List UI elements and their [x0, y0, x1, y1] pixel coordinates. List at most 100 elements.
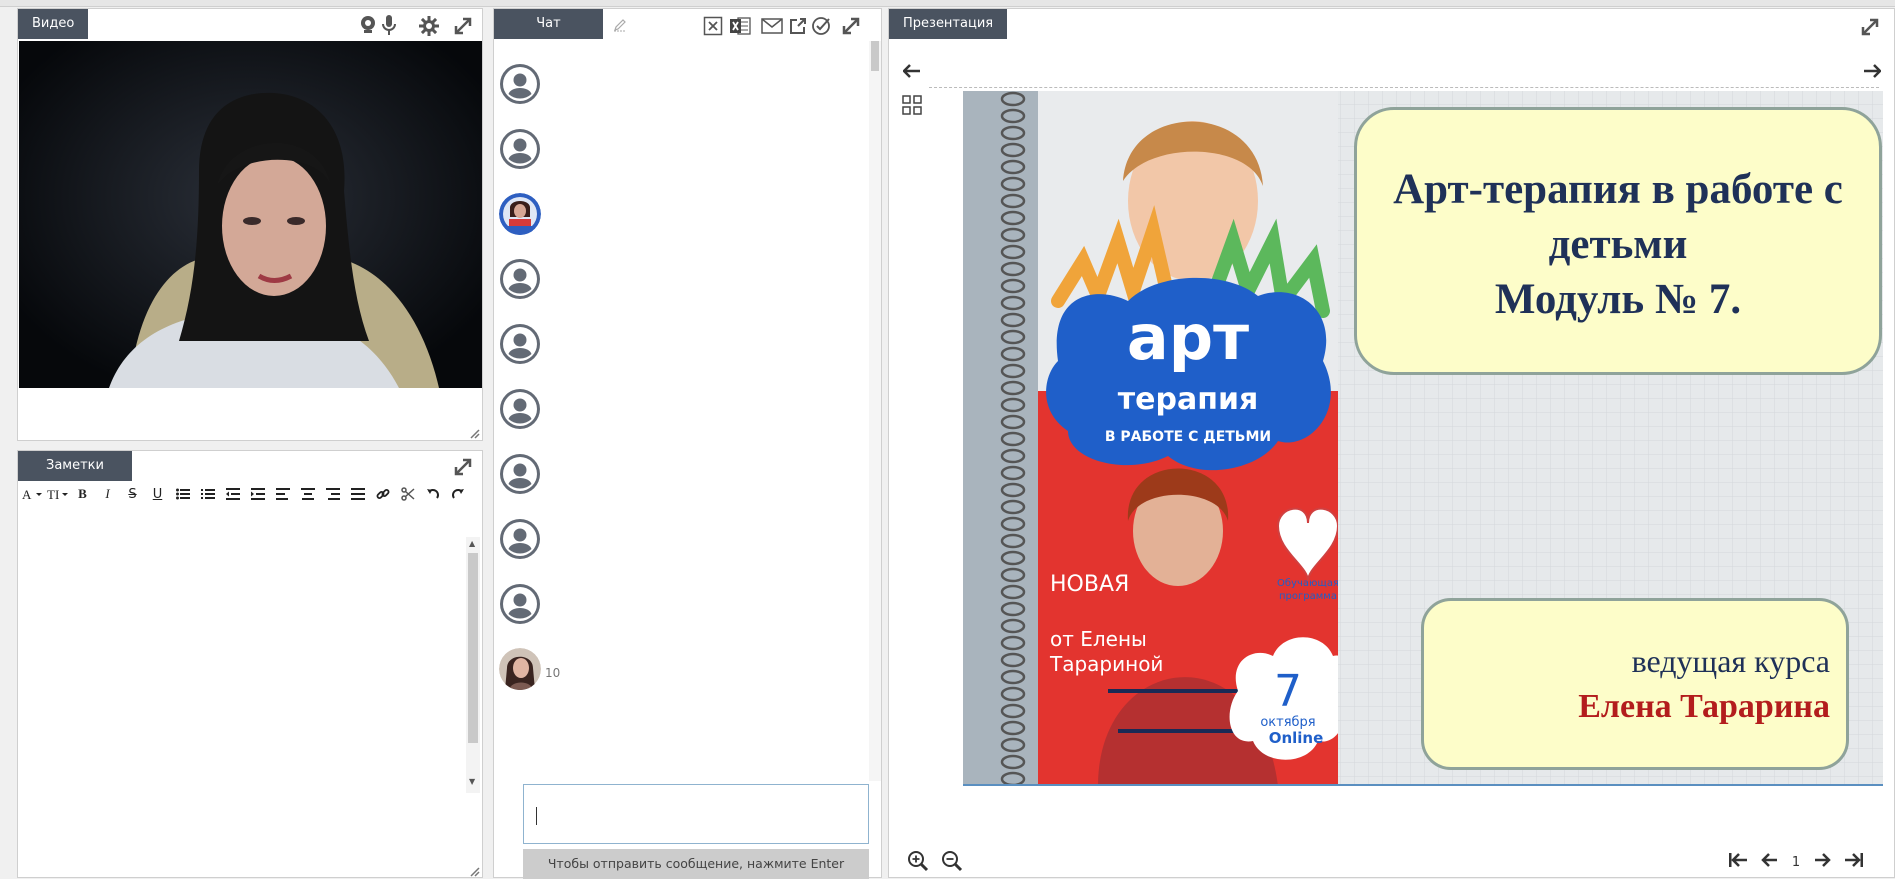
resize-grip-icon[interactable]: [470, 867, 480, 877]
expand-icon[interactable]: [452, 456, 474, 478]
default-avatar-icon: [499, 388, 541, 430]
align-center-icon[interactable]: [295, 483, 320, 505]
host-label: ведущая курса: [1631, 643, 1830, 679]
undo-icon[interactable]: [420, 483, 445, 505]
settings-gear-icon[interactable]: [418, 15, 440, 37]
webcam-video-frame: [19, 41, 482, 388]
zoom-controls: [907, 850, 963, 876]
resize-grip-icon[interactable]: [470, 429, 480, 439]
align-right-icon[interactable]: [320, 483, 345, 505]
chat-scrollbar[interactable]: [869, 41, 881, 781]
default-avatar-icon: [499, 258, 541, 300]
cover-brand-top: арт: [1127, 301, 1249, 374]
slide-title: Арт-терапия в работе с детьми Модуль № 7…: [1363, 162, 1873, 327]
slide-pager: 1: [1728, 852, 1864, 872]
bold-icon[interactable]: B: [70, 483, 95, 505]
presentation-slide: арт терапия В РАБОТЕ С ДЕТЬМИ НОВАЯ от Е…: [963, 91, 1883, 786]
checkmark-icon[interactable]: [810, 15, 832, 37]
presentation-panel: Презентация арт терапия В РАБОТЕ С ДЕТЬМ…: [888, 8, 1895, 878]
user-photo-avatar: [499, 193, 541, 235]
cover-badge-line-2: программа: [1279, 591, 1337, 602]
text-size-icon[interactable]: TI: [45, 483, 70, 505]
scroll-down-icon[interactable]: ▼: [469, 777, 475, 786]
align-justify-icon[interactable]: [345, 483, 370, 505]
presentation-tab[interactable]: Презентация: [889, 9, 1008, 39]
scissors-icon[interactable]: [395, 483, 420, 505]
microphone-icon[interactable]: [380, 14, 398, 36]
link-icon[interactable]: [370, 483, 395, 505]
align-left-icon[interactable]: [270, 483, 295, 505]
pencil-icon[interactable]: [612, 17, 628, 33]
chat-tab[interactable]: Чат: [494, 9, 603, 39]
cover-author-line-1: от Елены: [1050, 627, 1147, 651]
slide-title-box: Арт-терапия в работе с детьми Модуль № 7…: [1354, 107, 1882, 375]
send-hint[interactable]: Чтобы отправить сообщение, нажмите Enter: [523, 849, 869, 879]
cover-author-line-2: Тарариной: [1049, 652, 1163, 676]
video-tab[interactable]: Видео: [18, 9, 89, 39]
next-slide-icon[interactable]: [1814, 852, 1832, 872]
formatting-toolbar: A TI B I S U: [18, 482, 482, 506]
scroll-up-icon[interactable]: ▲: [469, 539, 475, 548]
chat-participant[interactable]: [499, 62, 849, 106]
expand-icon[interactable]: [452, 15, 474, 37]
expand-icon[interactable]: [1859, 16, 1881, 38]
previous-slide-icon[interactable]: [1760, 852, 1778, 872]
zoom-out-icon[interactable]: [941, 850, 963, 876]
grid-view-icon[interactable]: [901, 94, 923, 116]
cover-badge-line-1: Обучающая: [1277, 578, 1338, 589]
chat-panel: Чат 10 Чтобы отправить сообщение, нажмит…: [493, 8, 882, 879]
svg-text:TI: TI: [47, 487, 59, 501]
excel-export-icon[interactable]: [728, 15, 752, 37]
svg-text:A: A: [22, 487, 32, 501]
slide-title-line-1: Арт-терапия в работе с: [1393, 166, 1843, 213]
italic-icon[interactable]: I: [95, 483, 120, 505]
course-cover-image: арт терапия В РАБОТЕ С ДЕТЬМИ НОВАЯ от Е…: [1038, 91, 1338, 784]
numbered-list-icon[interactable]: [195, 483, 220, 505]
zoom-in-icon[interactable]: [907, 850, 929, 876]
first-slide-icon[interactable]: [1728, 852, 1748, 872]
chat-participant[interactable]: [499, 322, 849, 366]
outdent-icon[interactable]: [220, 483, 245, 505]
arrow-left-icon[interactable]: [901, 62, 923, 80]
chat-message-input[interactable]: [523, 784, 869, 844]
chat-participant[interactable]: [499, 452, 849, 496]
pop-out-icon[interactable]: [788, 15, 808, 37]
notes-tab[interactable]: Заметки: [18, 451, 132, 481]
notes-scrollbar[interactable]: ▲ ▼: [466, 537, 480, 793]
video-panel: Видео: [17, 8, 483, 441]
underline-icon[interactable]: U: [145, 483, 170, 505]
font-color-icon[interactable]: A: [20, 483, 45, 505]
cover-date-online: Online: [1269, 729, 1324, 747]
cover-date-month: октября: [1260, 715, 1315, 730]
chat-participant[interactable]: [499, 517, 849, 561]
webcam-icon[interactable]: [358, 15, 378, 35]
redo-icon[interactable]: [445, 483, 470, 505]
chat-participant[interactable]: 10: [499, 647, 849, 691]
cover-subtitle: В РАБОТЕ С ДЕТЬМИ: [1105, 429, 1271, 445]
slide-divider: [929, 87, 1879, 88]
scroll-thumb[interactable]: [871, 41, 879, 71]
slide-title-line-3: Модуль № 7.: [1494, 276, 1742, 323]
mail-icon[interactable]: [760, 15, 784, 37]
chat-participant[interactable]: [499, 257, 849, 301]
unread-count: 10: [545, 666, 561, 680]
expand-icon[interactable]: [840, 15, 862, 37]
last-slide-icon[interactable]: [1844, 852, 1864, 872]
cover-new-label: НОВАЯ: [1050, 572, 1129, 597]
chat-participant[interactable]: [499, 582, 849, 626]
default-avatar-icon: [499, 63, 541, 105]
default-avatar-icon: [499, 518, 541, 560]
notes-panel: Заметки A TI B I S U ▲ ▼: [17, 450, 483, 878]
indent-icon[interactable]: [245, 483, 270, 505]
default-avatar-icon: [499, 323, 541, 365]
default-avatar-icon: [499, 453, 541, 495]
scroll-thumb[interactable]: [468, 553, 478, 743]
chat-participant[interactable]: [499, 127, 849, 171]
clear-chat-icon[interactable]: [702, 15, 724, 37]
chat-participant[interactable]: [499, 387, 849, 431]
bullet-list-icon[interactable]: [170, 483, 195, 505]
cover-brand-bottom: терапия: [1118, 382, 1258, 417]
arrow-right-icon[interactable]: [1861, 62, 1883, 80]
strikethrough-icon[interactable]: S: [120, 483, 145, 505]
chat-participant[interactable]: [499, 192, 849, 236]
